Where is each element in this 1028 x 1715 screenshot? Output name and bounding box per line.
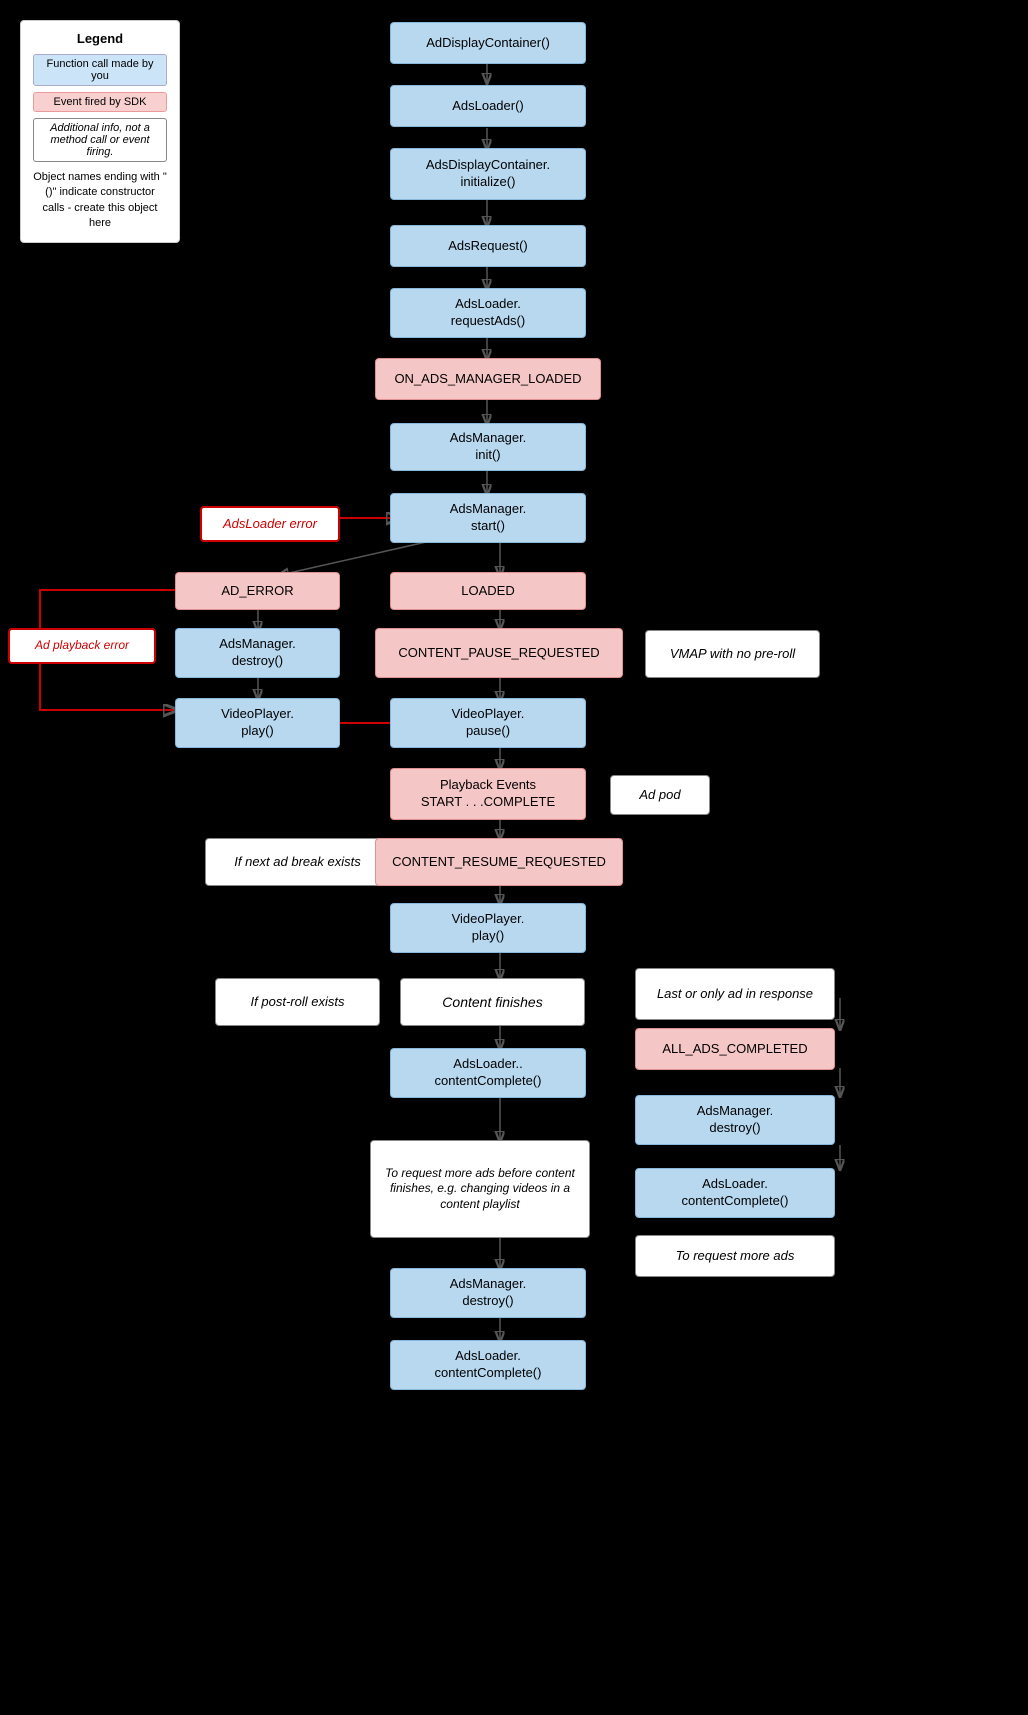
node-if-post-roll-exists: If post-roll exists: [215, 978, 380, 1026]
node-ads-manager-start: AdsManager. start(): [390, 493, 586, 543]
node-ads-loader-content-complete-1: AdsLoader.. contentComplete(): [390, 1048, 586, 1098]
node-to-request-more-note: To request more ads before content finis…: [370, 1140, 590, 1238]
node-video-player-play-2: VideoPlayer. play(): [390, 903, 586, 953]
legend-box: Legend Function call made by you Event f…: [20, 20, 180, 243]
node-all-ads-completed: ALL_ADS_COMPLETED: [635, 1028, 835, 1070]
node-ads-loader: AdsLoader(): [390, 85, 586, 127]
legend-note: Object names ending with "()" indicate c…: [33, 170, 167, 232]
node-ads-manager-destroy-3: AdsManager. destroy(): [390, 1268, 586, 1318]
node-ads-loader-content-complete-2: AdsLoader. contentComplete(): [635, 1168, 835, 1218]
node-content-resume-requested: CONTENT_RESUME_REQUESTED: [375, 838, 623, 886]
node-content-finishes: Content finishes: [400, 978, 585, 1026]
node-playback-events: Playback Events START . . .COMPLETE: [390, 768, 586, 820]
node-ads-loader-content-complete-3: AdsLoader. contentComplete(): [390, 1340, 586, 1390]
legend-blue-item: Function call made by you: [33, 54, 167, 86]
diagram-container: Legend Function call made by you Event f…: [0, 0, 1028, 1715]
node-ads-manager-init: AdsManager. init(): [390, 423, 586, 471]
node-last-or-only-ad: Last or only ad in response: [635, 968, 835, 1020]
node-ads-request: AdsRequest(): [390, 225, 586, 267]
node-ads-manager-destroy-1: AdsManager. destroy(): [175, 628, 340, 678]
node-ads-loader-error: AdsLoader error: [200, 506, 340, 542]
node-ads-display-container-init: AdsDisplayContainer. initialize(): [390, 148, 586, 200]
node-on-ads-manager-loaded: ON_ADS_MANAGER_LOADED: [375, 358, 601, 400]
node-video-player-pause: VideoPlayer. pause(): [390, 698, 586, 748]
node-content-pause-requested: CONTENT_PAUSE_REQUESTED: [375, 628, 623, 678]
legend-italic-item: Additional info, not a method call or ev…: [33, 118, 167, 162]
node-ad-pod: Ad pod: [610, 775, 710, 815]
node-ad-playback-error: Ad playback error: [8, 628, 156, 664]
node-ad-error: AD_ERROR: [175, 572, 340, 610]
node-ads-loader-request-ads: AdsLoader. requestAds(): [390, 288, 586, 338]
node-vmap-no-preroll: VMAP with no pre-roll: [645, 630, 820, 678]
node-to-request-more-ads: To request more ads: [635, 1235, 835, 1277]
node-ad-display-container: AdDisplayContainer(): [390, 22, 586, 64]
node-if-next-ad-break: If next ad break exists: [205, 838, 390, 886]
node-loaded: LOADED: [390, 572, 586, 610]
legend-title: Legend: [33, 31, 167, 46]
node-ads-manager-destroy-2: AdsManager. destroy(): [635, 1095, 835, 1145]
legend-pink-item: Event fired by SDK: [33, 92, 167, 112]
node-video-player-play-1: VideoPlayer. play(): [175, 698, 340, 748]
